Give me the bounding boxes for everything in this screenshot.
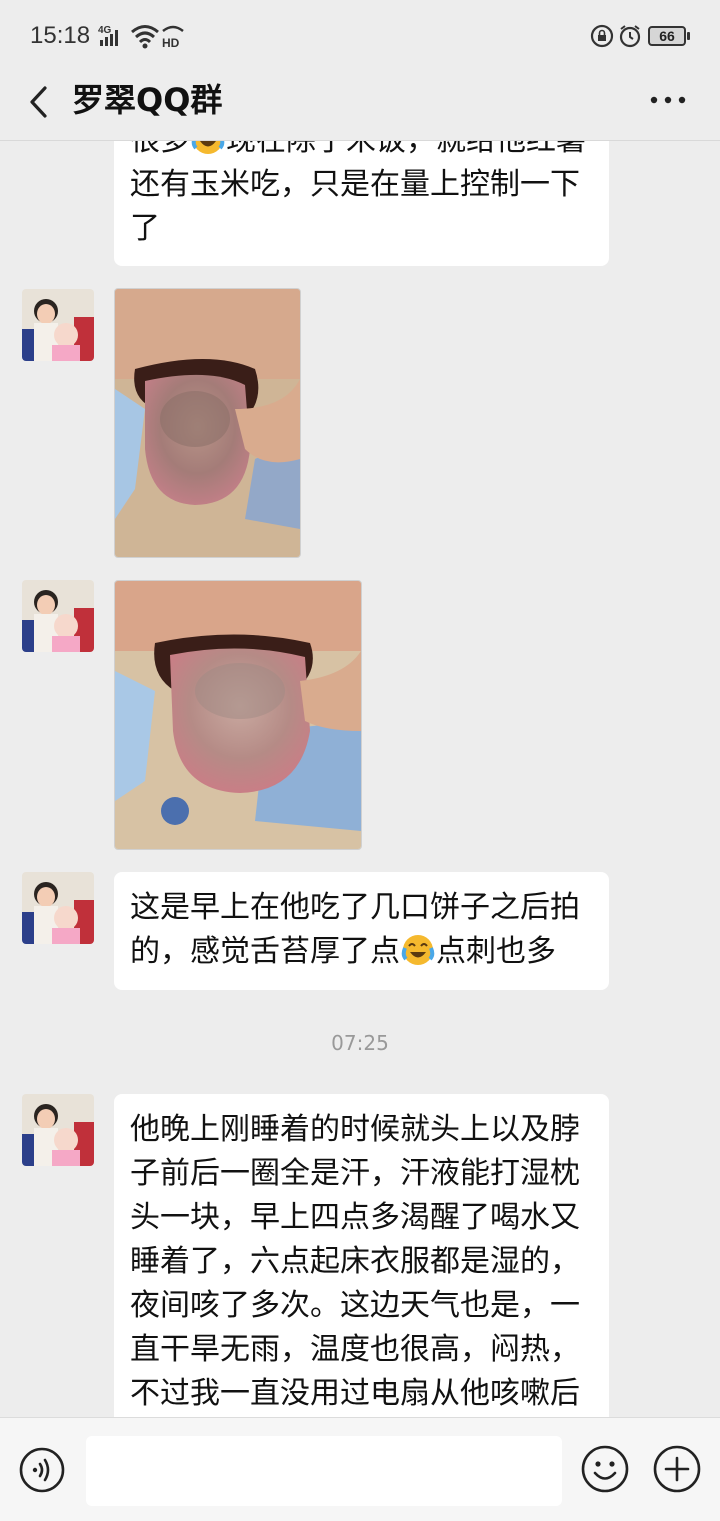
page-title: 罗翠QQ群 — [72, 81, 223, 119]
message-text: 现在除了米饭，就给他红薯还有玉米吃，只是在量上控制一下了 — [130, 141, 586, 246]
photo-message-tongue-2[interactable] — [114, 580, 362, 850]
voice-input-icon[interactable] — [18, 1446, 66, 1494]
crying-laughing-emoji-icon — [191, 141, 225, 154]
signal-4g-icon: 4G — [98, 25, 118, 46]
avatar[interactable] — [22, 872, 94, 944]
message-bubble[interactable]: 他晚上刚睡着的时候就头上以及脖子前后一圈全是汗，汗液能打湿枕头一块，早上四点多渴… — [114, 1094, 609, 1417]
crying-laughing-emoji-icon — [401, 935, 435, 965]
message-text: 点刺也多 — [436, 934, 556, 969]
back-button[interactable] — [18, 78, 58, 126]
emoji-icon[interactable] — [580, 1444, 630, 1494]
message-text: 他晚上刚睡着的时候就头上以及脖子前后一圈全是汗，汗液能打湿枕头一块，早上四点多渴… — [130, 1112, 580, 1411]
status-time: 15:18 — [30, 22, 91, 49]
message-bubble[interactable]: 很多 现在除了米饭，就给他红薯还有玉米吃，只是在量上控制一下了 — [114, 141, 609, 266]
avatar[interactable] — [22, 1094, 94, 1166]
photo-message-tongue-1[interactable] — [114, 288, 301, 558]
svg-text:4G: 4G — [98, 25, 112, 36]
input-bar — [0, 1417, 720, 1521]
chat-header: 罗翠QQ群 — [0, 72, 720, 141]
wifi-icon — [131, 25, 159, 49]
rotation-lock-icon — [590, 24, 614, 48]
message-bubble[interactable]: 这是早上在他吃了几口饼子之后拍的，感觉舌苔厚了点 点刺也多 — [114, 872, 609, 990]
more-dots-icon — [650, 96, 686, 104]
avatar-photo-icon — [22, 580, 94, 652]
more-options-button[interactable] — [648, 80, 688, 120]
message-timestamp: 07:25 — [331, 1031, 389, 1055]
hd-call-icon: HD — [162, 25, 184, 50]
tongue-photo-image — [115, 581, 361, 849]
avatar-photo-icon — [22, 1094, 94, 1166]
message-list[interactable]: 很多 现在除了米饭，就给他红薯还有玉米吃，只是在量上控制一下了 — [0, 141, 720, 1417]
status-bar: 15:18 4G HD 66 — [0, 0, 720, 72]
message-text: 很多 — [130, 141, 190, 158]
battery-indicator: 66 — [648, 26, 690, 46]
avatar[interactable] — [22, 289, 94, 361]
avatar[interactable] — [22, 580, 94, 652]
plus-icon[interactable] — [652, 1444, 702, 1494]
chevron-left-icon — [30, 86, 47, 118]
message-input[interactable] — [86, 1436, 562, 1506]
tongue-photo-image — [115, 289, 300, 557]
avatar-photo-icon — [22, 872, 94, 944]
avatar-photo-icon — [22, 289, 94, 361]
alarm-icon — [619, 25, 641, 48]
svg-text:HD: HD — [162, 36, 180, 50]
